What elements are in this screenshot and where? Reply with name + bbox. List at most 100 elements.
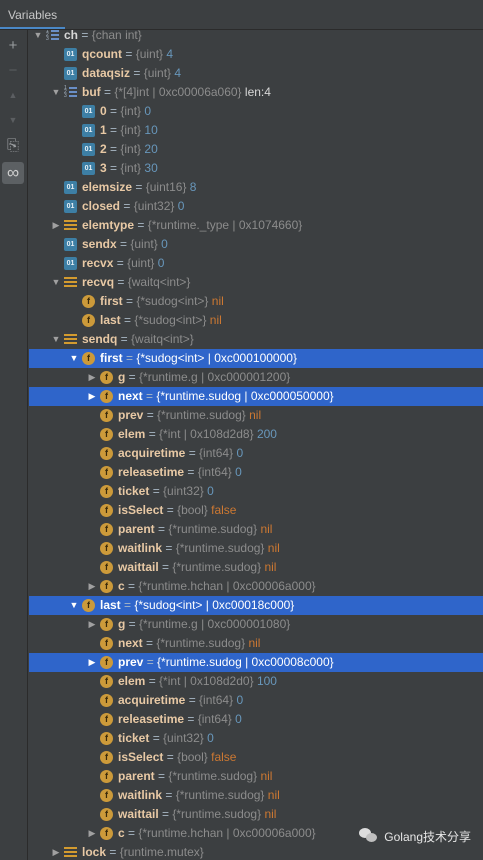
variable-text: prev = {*runtime.sudog | 0xc00008c000} [118,653,334,672]
tree-row-prev[interactable]: ▶ f prev = {*runtime.sudog | 0xc00008c000} [29,653,483,672]
glasses-icon[interactable]: ∞ [2,162,24,184]
variable-name: recvx [82,256,114,270]
tree-row-isselect[interactable]: f isSelect = {bool} false [29,501,483,520]
primitive-field-icon: 01 [64,257,77,270]
tree-row-waittail[interactable]: f waittail = {*runtime.sudog} nil [29,558,483,577]
field-icon: f [100,371,113,384]
variable-text: parent = {*runtime.sudog} nil [118,520,272,539]
tree-row-prev[interactable]: f prev = {*runtime.sudog} nil [29,406,483,425]
tree-row-next[interactable]: ▶ f next = {*runtime.sudog | 0xc000050000} [29,387,483,406]
expand-right-icon[interactable]: ▶ [86,368,98,387]
remove-watch-icon[interactable]: − [2,59,24,81]
equals-sign: = [143,655,158,669]
variable-value: 4 [174,66,182,80]
expand-down-icon[interactable]: ▼ [50,273,62,292]
variable-type: {uint} [130,237,158,251]
primitive-field-icon: 01 [64,181,77,194]
tree-row-waitlink[interactable]: f waitlink = {*runtime.sudog} nil [29,539,483,558]
variable-type: {waitq<int>} [131,332,194,346]
tree-row-acquiretime[interactable]: f acquiretime = {int64} 0 [29,691,483,710]
variable-value: nil [264,560,277,574]
variable-type: {uint} [135,47,164,61]
tree-row-sendx[interactable]: 01 sendx = {uint} 0 [29,235,483,254]
tree-row-waitlink[interactable]: f waitlink = {*runtime.sudog} nil [29,786,483,805]
variable-value: nil [267,541,280,555]
tree-row-elem[interactable]: f elem = {*int | 0x108d2d8} 200 [29,425,483,444]
tree-row-g[interactable]: ▶ f g = {*runtime.g | 0xc000001080} [29,615,483,634]
tree-row-waittail[interactable]: f waittail = {*runtime.sudog} nil [29,805,483,824]
equals-sign: = [132,180,146,194]
variable-value: 0 [177,199,185,213]
tree-row-elemtype[interactable]: ▶ elemtype = {*runtime._type | 0x1074660} [29,216,483,235]
equals-sign: = [106,123,121,137]
equals-sign: = [162,541,176,555]
tree-row-recvq[interactable]: ▼ recvq = {waitq<int>} [29,273,483,292]
tree-row-0[interactable]: 01 0 = {int} 0 [29,102,483,121]
tree-row-buf[interactable]: ▼ 1 2 3 buf = {*[4]int | 0xc00006a060} len:4 [29,83,483,102]
copy-icon[interactable]: ⎘ [2,134,24,156]
tree-row-ticket[interactable]: f ticket = {uint32} 0 [29,482,483,501]
field-icon: f [100,428,113,441]
variable-text: g = {*runtime.g | 0xc000001080} [118,615,290,634]
tree-row-isselect[interactable]: f isSelect = {bool} false [29,748,483,767]
field-icon: f [100,808,113,821]
struct-icon [64,276,77,289]
expand-right-icon[interactable]: ▶ [86,824,98,843]
tree-row-qcount[interactable]: 01 qcount = {uint} 4 [29,45,483,64]
expand-right-icon[interactable]: ▶ [86,387,98,406]
tree-row-ch[interactable]: ▼ 1 2 3 ch = {chan int} [29,30,483,45]
equals-sign: = [154,769,169,783]
variable-text: parent = {*runtime.sudog} nil [118,767,272,786]
tree-row-2[interactable]: 01 2 = {int} 20 [29,140,483,159]
expand-down-icon[interactable]: ▼ [68,596,80,615]
variable-value: false [211,750,237,764]
variable-text: c = {*runtime.hchan | 0xc00006a000} [118,577,316,596]
tree-row-parent[interactable]: f parent = {*runtime.sudog} nil [29,767,483,786]
field-icon: f [100,637,113,650]
variables-tab[interactable]: Variables [0,0,66,29]
expand-down-icon[interactable]: ▼ [32,30,44,45]
equals-sign: = [106,104,121,118]
tree-row-3[interactable]: 01 3 = {int} 30 [29,159,483,178]
tree-row-releasetime[interactable]: f releasetime = {int64} 0 [29,710,483,729]
tree-row-releasetime[interactable]: f releasetime = {int64} 0 [29,463,483,482]
tree-row-sendq[interactable]: ▼ sendq = {waitq<int>} [29,330,483,349]
expand-right-icon[interactable]: ▶ [86,615,98,634]
variable-type: {*runtime.sudog} [172,807,262,821]
equals-sign: = [120,598,135,612]
expand-right-icon[interactable]: ▶ [86,653,98,672]
tree-row-recvx[interactable]: 01 recvx = {uint} 0 [29,254,483,273]
variable-type: {*runtime._type | 0x1074660} [147,218,303,232]
variable-name: next [118,636,143,650]
field-icon: f [100,542,113,555]
tree-row-first[interactable]: ▼ f first = {*sudog<int> | 0xc000100000} [29,349,483,368]
tree-row-elem[interactable]: f elem = {*int | 0x108d2d0} 100 [29,672,483,691]
variable-name: 2 [100,142,107,156]
primitive-field-icon: 01 [64,238,77,251]
tree-row-elemsize[interactable]: 01 elemsize = {uint16} 8 [29,178,483,197]
tree-row-first[interactable]: f first = {*sudog<int>} nil [29,292,483,311]
primitive-field-icon: 01 [82,124,95,137]
tree-row-g[interactable]: ▶ f g = {*runtime.g | 0xc000001200} [29,368,483,387]
variable-text: next = {*runtime.sudog | 0xc000050000} [118,387,334,406]
equals-sign: = [149,731,164,745]
tree-row-parent[interactable]: f parent = {*runtime.sudog} nil [29,520,483,539]
tree-row-last[interactable]: f last = {*sudog<int>} nil [29,311,483,330]
tree-row-1[interactable]: 01 1 = {int} 10 [29,121,483,140]
tree-row-acquiretime[interactable]: f acquiretime = {int64} 0 [29,444,483,463]
move-up-icon[interactable]: ▲ [2,84,24,106]
tree-row-closed[interactable]: 01 closed = {uint32} 0 [29,197,483,216]
expand-down-icon[interactable]: ▼ [50,330,62,349]
tree-row-dataqsiz[interactable]: 01 dataqsiz = {uint} 4 [29,64,483,83]
tree-row-c[interactable]: ▶ f c = {*runtime.hchan | 0xc00006a000} [29,577,483,596]
tree-row-ticket[interactable]: f ticket = {uint32} 0 [29,729,483,748]
move-down-icon[interactable]: ▼ [2,109,24,131]
tree-row-last[interactable]: ▼ f last = {*sudog<int> | 0xc00018c000} [29,596,483,615]
add-watch-icon[interactable]: + [2,34,24,56]
expand-right-icon[interactable]: ▶ [86,577,98,596]
tree-row-next[interactable]: f next = {*runtime.sudog} nil [29,634,483,653]
expand-right-icon[interactable]: ▶ [50,216,62,235]
expand-down-icon[interactable]: ▼ [68,349,80,368]
expand-right-icon[interactable]: ▶ [50,843,62,860]
expand-down-icon[interactable]: ▼ [50,83,62,102]
